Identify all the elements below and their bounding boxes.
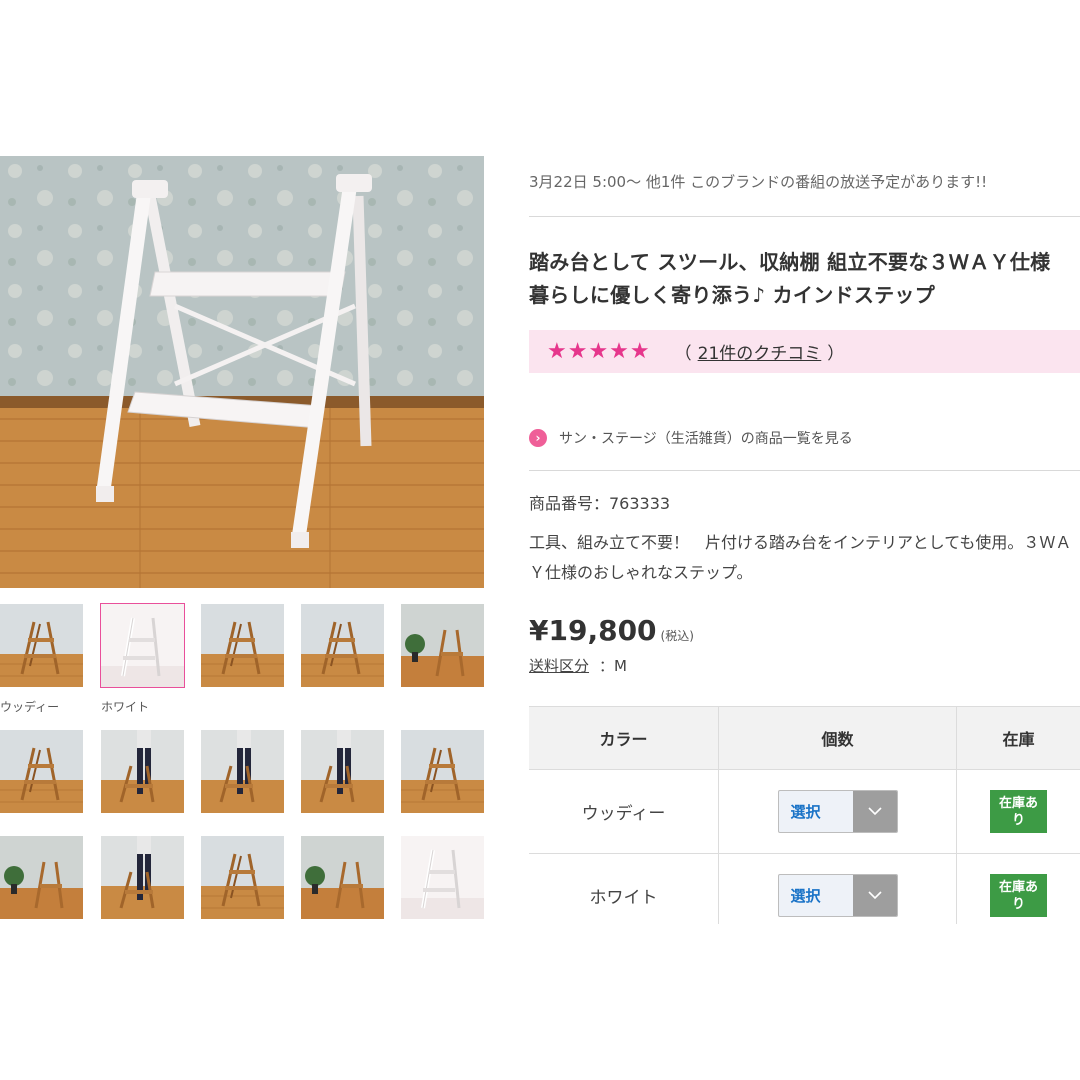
thumb-label-white: ホワイト [101,700,150,714]
shipping-value: ：M [599,657,627,675]
header-color: カラー [599,730,648,749]
review-open-paren: （ [674,344,692,364]
select-label: 選択 [790,887,821,905]
shipping-label-link[interactable]: 送料区分 [529,657,589,675]
review-count: （ 21件のクチコミ） [675,339,845,364]
thumbnail-woody[interactable] [0,604,83,687]
color-name: ホワイト [589,888,658,908]
product-description: 工具、組み立て不要！ 片付ける踏み台をインテリアとしても使用。３ＷＡＹ仕様のおし… [529,533,1072,582]
thumbnail-5[interactable] [401,604,484,687]
thumbnail-15[interactable] [401,836,484,919]
chevron-down-icon [852,875,897,916]
item-number: 商品番号：763333 [529,494,671,513]
color-name: ウッディー [581,804,666,824]
broadcast-notice[interactable]: 3月22日 5:00〜 他1件 このブランドの番組の放送予定があります!! [529,171,987,192]
review-close-paren: ） [827,344,845,364]
divider [529,470,1080,471]
thumbnail-white[interactable] [100,603,185,688]
thumbnail-6[interactable] [0,730,83,813]
quantity-select[interactable]: 選択 [777,874,898,917]
header-stock: 在庫 [956,707,1080,769]
brand-products-link[interactable]: › サン・ステージ（生活雑貨）の商品一覧を見る [529,428,853,448]
thumbnail-13[interactable] [201,836,284,919]
stock-badge: 在庫あり [990,790,1047,833]
product-title: 踏み台として スツール、収納棚 組立不要な３ＷＡＹ仕様 暮らしに優しく寄り添う♪… [529,250,1051,307]
stock-badge: 在庫あり [990,874,1047,917]
main-product-image[interactable] [0,156,484,588]
select-label: 選択 [790,803,821,821]
thumbnail-10[interactable] [401,730,484,813]
reviews-link[interactable]: 21件のクチコミ [698,344,822,364]
thumbnail-4[interactable] [301,604,384,687]
table-row: ウッディー 選択 在庫あり [529,769,1080,853]
chevron-down-icon [852,791,897,832]
shipping-class: 送料区分 ：M [529,655,627,676]
quantity-select[interactable]: 選択 [777,790,898,833]
price-value: ¥19,800 [529,614,657,647]
tax-note: (税込) [660,629,694,643]
thumbnail-7[interactable] [101,730,184,813]
options-table: カラー 個数 在庫 ウッディー 選択 在庫あり ホワイト 選択 在庫あり [529,706,1080,924]
thumbnail-11[interactable] [0,836,83,919]
thumbnail-14[interactable] [301,836,384,919]
star-rating-icon: ★★★★★ [547,339,651,364]
thumbnail-3[interactable] [201,604,284,687]
thumbnail-8[interactable] [201,730,284,813]
thumbnail-9[interactable] [301,730,384,813]
divider [529,216,1080,217]
table-header: カラー 個数 在庫 [529,706,1080,769]
table-row: ホワイト 選択 在庫あり [529,853,1080,924]
brand-link-label: サン・ステージ（生活雑貨）の商品一覧を見る [559,431,853,447]
chevron-right-icon: › [529,429,547,447]
rating-bar: ★★★★★ （ 21件のクチコミ） [529,330,1080,373]
thumbnail-12[interactable] [101,836,184,919]
price: ¥19,800 (税込) [529,614,694,647]
header-quantity: 個数 [718,707,956,769]
thumb-label-woody: ウッディー [0,700,60,714]
